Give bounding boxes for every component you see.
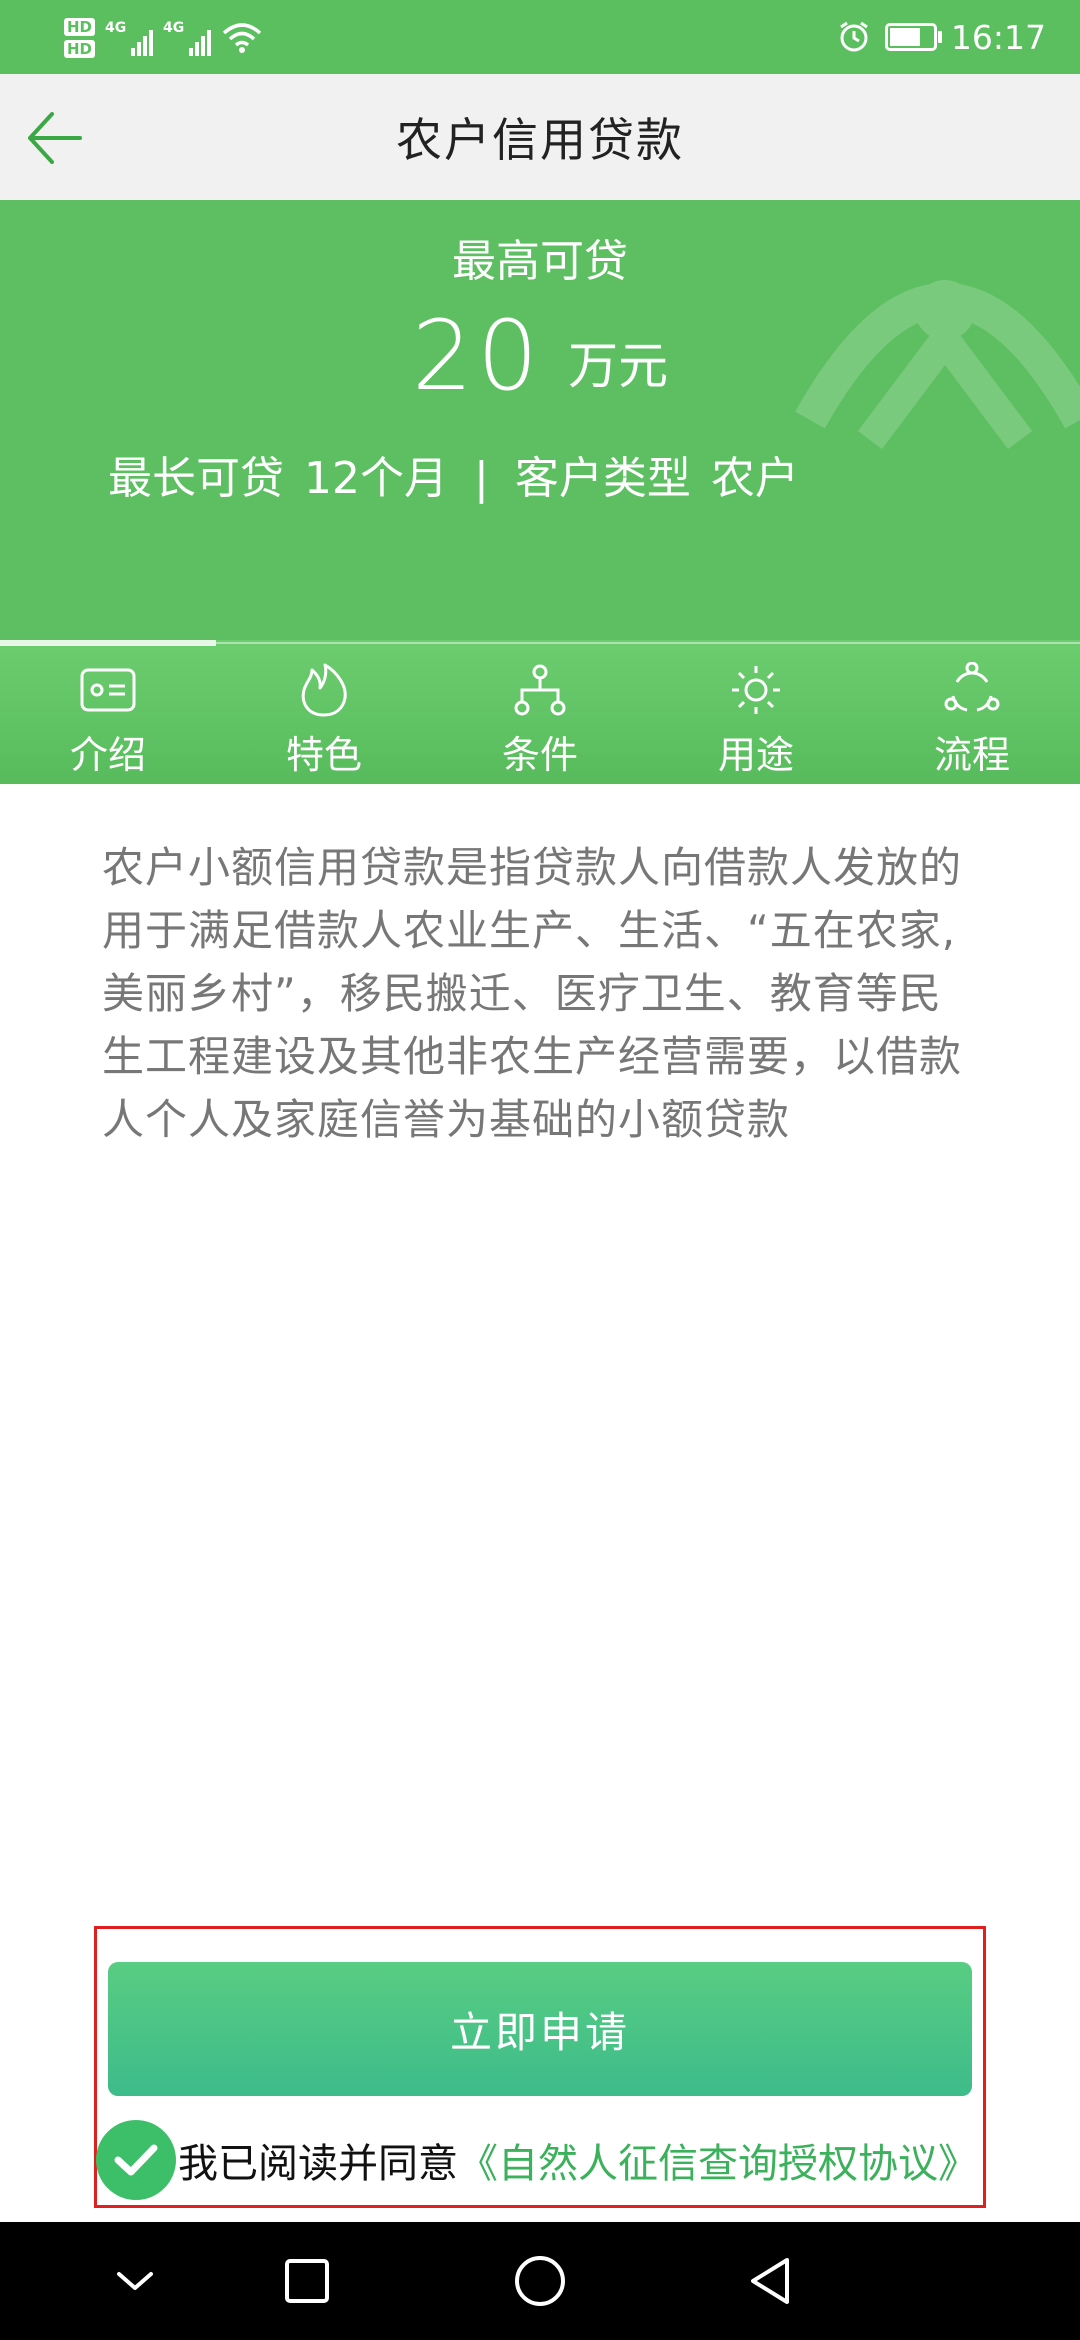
product-description: 农户小额信用贷款是指贷款人向借款人发放的用于满足借款人农业生产、生活、“五在农家… — [102, 843, 963, 1144]
signal-icon: 4G — [105, 20, 154, 56]
square-icon — [285, 2259, 329, 2303]
agreement-text: 我已阅读并同意 — [178, 2141, 458, 2187]
tab-process[interactable]: 流程 — [864, 660, 1080, 778]
nav-recents-button[interactable] — [272, 2246, 342, 2316]
tab-label: 条件 — [501, 733, 578, 777]
hierarchy-icon — [514, 664, 566, 716]
hd-icon: HD HD — [64, 18, 96, 58]
max-loan-amount: 20 万元 — [0, 300, 1080, 412]
tab-label: 流程 — [933, 733, 1010, 777]
info-separator: | — [474, 453, 489, 504]
status-left: HD HD 4G 4G — [64, 8, 263, 68]
sim2-label: HD — [64, 40, 96, 58]
tab-divider — [216, 642, 1080, 644]
cycle-icon — [944, 662, 1000, 712]
chevron-down-icon — [117, 2272, 153, 2290]
apply-now-button[interactable]: 立即申请 — [108, 1962, 972, 2096]
back-button[interactable] — [18, 102, 90, 174]
agree-checkbox[interactable] — [96, 2120, 176, 2200]
status-right: 16:17 — [837, 0, 1046, 74]
network2-label: 4G — [163, 20, 185, 36]
checkmark-icon — [114, 2144, 158, 2176]
nav-back-button[interactable] — [735, 2246, 805, 2316]
tab-label: 特色 — [285, 733, 362, 777]
amount-unit: 万元 — [568, 337, 669, 395]
status-time: 16:17 — [950, 17, 1046, 57]
credit-authorization-link[interactable]: 《自然人征信查询授权协议》 — [458, 2131, 978, 2189]
tab-label: 介绍 — [69, 733, 146, 777]
wifi-icon — [222, 23, 262, 53]
loan-info-row: 最长可贷 12个月 | 客户类型 农户 — [108, 442, 799, 506]
battery-icon — [884, 23, 942, 51]
customer-type-value: 农户 — [710, 453, 799, 504]
max-loan-label: 最高可贷 — [452, 236, 628, 287]
triangle-back-icon — [751, 2258, 789, 2304]
amount-value: 20 — [411, 300, 543, 412]
signal-icon: 4G — [163, 20, 212, 56]
circle-icon — [515, 2256, 565, 2306]
app-header: 农户信用贷款 — [0, 74, 1080, 200]
status-bar: HD HD 4G 4G 16:17 — [0, 0, 1080, 74]
nav-collapse-button[interactable] — [100, 2246, 170, 2316]
arrow-left-icon — [28, 112, 82, 164]
sun-icon — [732, 666, 780, 714]
nav-home-button[interactable] — [505, 2246, 575, 2316]
tab-bar: 介绍 特色 条件 用途 流程 — [0, 640, 1080, 784]
tab-usage[interactable]: 用途 — [648, 660, 864, 778]
customer-type-label: 客户类型 — [514, 453, 691, 504]
tab-intro[interactable]: 介绍 — [0, 660, 216, 778]
term-label: 最长可贷 — [108, 453, 284, 504]
tab-features[interactable]: 特色 — [216, 660, 432, 778]
alarm-icon — [840, 21, 868, 52]
id-card-icon — [80, 668, 136, 712]
tab-conditions[interactable]: 条件 — [432, 660, 648, 778]
page-title: 农户信用贷款 — [396, 113, 684, 167]
agreement-row: 我已阅读并同意 《自然人征信查询授权协议》 — [96, 2120, 978, 2200]
tab-label: 用途 — [717, 733, 794, 777]
term-value: 12个月 — [304, 453, 448, 504]
network1-label: 4G — [105, 20, 127, 36]
active-tab-indicator — [0, 640, 216, 646]
system-nav-bar — [0, 2222, 1080, 2340]
flame-icon — [301, 663, 347, 717]
loan-summary: 最高可贷 20 万元 最长可贷 12个月 | 客户类型 农户 — [0, 200, 1080, 640]
sim1-label: HD — [64, 18, 96, 36]
